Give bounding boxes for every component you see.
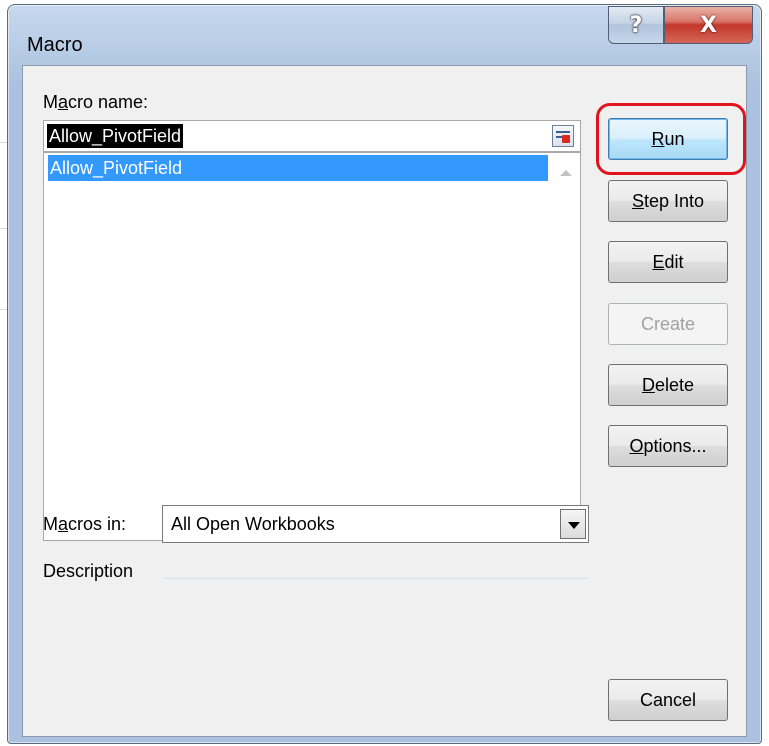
macro-dialog: Macro ? X Macro name: Allow_PivotField A…: [7, 4, 762, 744]
macros-in-value: All Open Workbooks: [171, 514, 335, 534]
macro-list[interactable]: Allow_PivotField: [43, 152, 581, 541]
help-icon: ?: [629, 12, 643, 38]
dialog-title: Macro: [27, 34, 83, 56]
list-scrollbar[interactable]: [553, 154, 579, 539]
scroll-up-icon[interactable]: [560, 170, 572, 176]
options-button[interactable]: Options...: [608, 425, 728, 467]
macros-in-select[interactable]: All Open Workbooks: [162, 505, 589, 543]
delete-button[interactable]: Delete: [608, 364, 728, 406]
cancel-button[interactable]: Cancel: [608, 679, 728, 721]
macro-name-input[interactable]: Allow_PivotField: [43, 120, 581, 152]
range-picker-icon[interactable]: [552, 125, 574, 147]
edit-button[interactable]: Edit: [608, 241, 728, 283]
dialog-body: Macro name: Allow_PivotField Allow_Pivot…: [22, 65, 747, 737]
macro-name-value: Allow_PivotField: [47, 124, 184, 148]
help-button[interactable]: ?: [608, 6, 664, 44]
create-button[interactable]: Create: [608, 303, 728, 345]
list-item[interactable]: Allow_PivotField: [48, 155, 548, 181]
close-icon: X: [700, 12, 717, 38]
macros-in-label: Macros in:: [43, 514, 127, 534]
step-into-button[interactable]: Step Into: [608, 180, 728, 222]
close-button[interactable]: X: [664, 6, 753, 44]
macro-name-label: Macro name:: [43, 92, 149, 112]
description-label: Description: [43, 561, 134, 581]
run-button[interactable]: Run: [608, 118, 728, 160]
chevron-down-icon[interactable]: [560, 509, 586, 539]
description-divider: [163, 578, 588, 579]
